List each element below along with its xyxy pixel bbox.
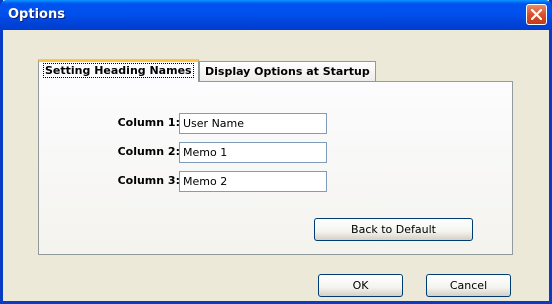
tab-label: Setting Heading Names — [43, 63, 194, 78]
cancel-button[interactable]: Cancel — [426, 274, 511, 297]
column-1-row: Column 1: — [100, 113, 180, 133]
column-2-input[interactable] — [179, 142, 327, 163]
column-1-label: Column 1: — [117, 116, 180, 129]
column-1-input[interactable] — [179, 113, 327, 134]
ok-button[interactable]: OK — [318, 274, 403, 297]
window-title: Options — [8, 7, 65, 22]
tab-setting-heading-names[interactable]: Setting Heading Names — [38, 59, 199, 82]
back-to-default-button[interactable]: Back to Default — [314, 218, 473, 241]
column-3-label: Column 3: — [117, 174, 180, 187]
column-3-row: Column 3: — [100, 171, 180, 191]
tab-display-options[interactable]: Display Options at Startup — [199, 61, 376, 82]
column-3-input[interactable] — [179, 171, 327, 192]
close-button[interactable] — [526, 4, 547, 25]
title-bar[interactable]: Options — [0, 0, 552, 30]
column-2-row: Column 2: — [100, 142, 180, 162]
tab-label: Display Options at Startup — [205, 65, 370, 78]
column-2-label: Column 2: — [117, 145, 180, 158]
close-icon — [531, 9, 542, 20]
